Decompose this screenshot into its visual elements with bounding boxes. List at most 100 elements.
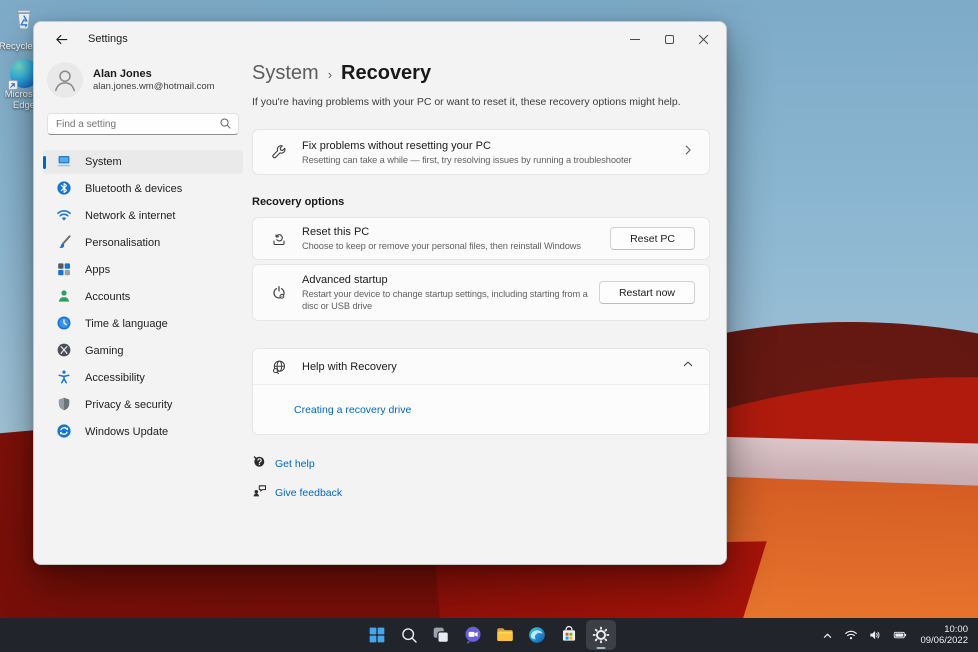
fix-problems-title: Fix problems without resetting your PC [302, 139, 491, 152]
sidebar-item-windows-update[interactable]: Windows Update [43, 420, 243, 444]
desktop: Recycle Bin Microsoft Edge Settings Alan… [0, 0, 978, 652]
edge-button[interactable] [522, 620, 552, 650]
user-name: Alan Jones [93, 67, 152, 80]
back-arrow-icon [55, 34, 67, 44]
advanced-startup-icon [271, 285, 287, 301]
accounts-icon [56, 288, 72, 307]
window-titlebar: Settings [34, 22, 726, 56]
reset-pc-button[interactable]: Reset PC [610, 227, 695, 250]
fix-problems-card[interactable]: Fix problems without resetting your PC R… [252, 129, 710, 175]
gaming-icon [56, 342, 72, 361]
get-help-link[interactable]: Get help [252, 454, 315, 474]
task-view-icon [433, 627, 449, 643]
task-view-button[interactable] [426, 620, 456, 650]
settings-sidebar: Alan Jones alan.jones.wm@hotmail.com Sys… [34, 56, 252, 564]
user-email: alan.jones.wm@hotmail.com [93, 80, 215, 92]
apps-icon [56, 261, 72, 280]
settings-gear-icon [592, 626, 610, 644]
shortcut-arrow-icon [7, 80, 18, 90]
page-title: Recovery [341, 62, 432, 84]
sidebar-item-personalisation[interactable]: Personalisation [43, 231, 243, 255]
advanced-startup-title: Advanced startup [302, 274, 388, 286]
get-help-icon [252, 454, 267, 474]
network-icon [56, 207, 72, 226]
taskbar-search-icon [401, 627, 417, 643]
sidebar-item-privacy-security[interactable]: Privacy & security [43, 393, 243, 417]
page-description: If you're having problems with your PC o… [252, 96, 681, 108]
search-input[interactable] [47, 113, 239, 135]
recovery-drive-link[interactable]: Creating a recovery drive [294, 404, 411, 416]
clock-time: 10:00 [944, 624, 968, 635]
user-profile[interactable]: Alan Jones alan.jones.wm@hotmail.com [43, 60, 243, 100]
personalisation-icon [56, 234, 72, 253]
maximize-icon [664, 34, 674, 44]
breadcrumb-system[interactable]: System [252, 62, 319, 85]
taskbar-search-button[interactable] [394, 620, 424, 650]
help-expander-title: Help with Recovery [302, 360, 397, 373]
battery-icon [894, 631, 907, 639]
reset-pc-icon [271, 231, 287, 247]
recovery-options-label: Recovery options [252, 196, 345, 208]
avatar [47, 62, 83, 98]
give-feedback-icon [252, 483, 267, 503]
bluetooth-icon [56, 180, 72, 199]
sidebar-item-accounts[interactable]: Accounts [43, 285, 243, 309]
maximize-button[interactable] [652, 26, 686, 52]
sidebar-item-gaming[interactable]: Gaming [43, 339, 243, 363]
back-button[interactable] [48, 26, 74, 52]
start-button[interactable] [362, 620, 392, 650]
store-icon [562, 625, 576, 641]
window-title: Settings [88, 33, 128, 45]
chevron-up-icon [681, 357, 695, 376]
time-language-icon [56, 315, 72, 334]
hidden-icons-chevron [824, 633, 832, 638]
sidebar-item-accessibility[interactable]: Accessibility [43, 366, 243, 390]
wifi-icon [845, 630, 858, 640]
sidebar-item-apps[interactable]: Apps [43, 258, 243, 282]
clock[interactable]: 10:00 09/06/2022 [914, 621, 974, 649]
minimize-button[interactable] [618, 26, 652, 52]
volume-tray-button[interactable] [864, 621, 886, 649]
hidden-icons-button[interactable] [817, 621, 838, 649]
taskbar-apps [362, 618, 616, 652]
selected-indicator [43, 155, 46, 169]
system-icon [56, 153, 72, 172]
taskbar: 10:00 09/06/2022 [0, 618, 978, 652]
chat-button[interactable] [458, 620, 488, 650]
reset-pc-card: Reset this PC Choose to keep or remove y… [252, 217, 710, 260]
store-button[interactable] [554, 620, 584, 650]
minimize-icon [630, 38, 640, 40]
file-explorer-button[interactable] [490, 620, 520, 650]
sidebar-item-time-language[interactable]: Time & language [43, 312, 243, 336]
close-button[interactable] [686, 26, 720, 52]
chat-icon [465, 626, 481, 644]
file-explorer-icon [497, 628, 513, 642]
help-with-recovery-expander: Help with Recovery Creating a recovery d… [252, 348, 710, 435]
windows-update-icon [56, 423, 72, 442]
reset-pc-title: Reset this PC [302, 226, 370, 238]
sidebar-item-network-internet[interactable]: Network & internet [43, 204, 243, 228]
recovery-page: System › Recovery If you're having probl… [252, 56, 726, 564]
advanced-startup-card: Advanced startup Restart your device to … [252, 264, 710, 321]
settings-window: Settings Alan Jones alan.jones.wm@hotmai… [33, 21, 727, 565]
chevron-right-icon [681, 143, 695, 162]
sidebar-nav: System Bluetooth & devices Network & int… [43, 150, 243, 444]
breadcrumb-separator: › [327, 67, 333, 82]
wrench-icon [271, 144, 287, 160]
close-icon [698, 34, 708, 44]
battery-tray-button[interactable] [888, 621, 912, 649]
help-expander-header[interactable]: Help with Recovery [253, 349, 709, 385]
help-globe-icon [271, 359, 287, 375]
sidebar-item-bluetooth-devices[interactable]: Bluetooth & devices [43, 177, 243, 201]
network-tray-button[interactable] [840, 621, 862, 649]
help-expander-content: Creating a recovery drive [253, 385, 709, 434]
privacy-security-icon [56, 396, 72, 415]
settings-taskbar-button[interactable] [586, 620, 616, 650]
sidebar-item-system[interactable]: System [43, 150, 243, 174]
edge-taskbar-icon [529, 627, 545, 643]
taskbar-tray: 10:00 09/06/2022 [817, 618, 974, 652]
footer-links: Get help Give feedback [252, 454, 710, 503]
give-feedback-link[interactable]: Give feedback [252, 483, 342, 503]
restart-now-button[interactable]: Restart now [598, 281, 695, 304]
fix-problems-subtitle: Resetting can take a while — first, try … [302, 154, 632, 165]
